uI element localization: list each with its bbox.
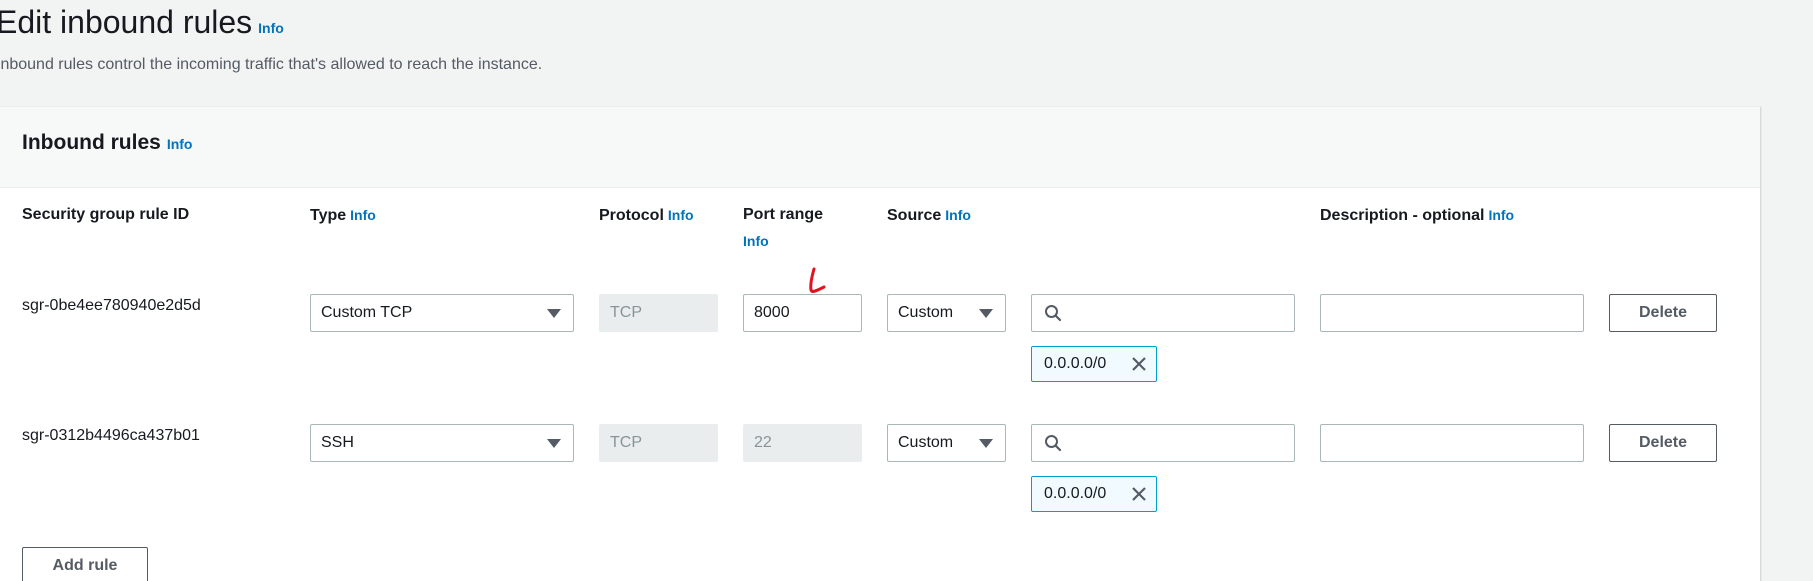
search-icon [1045, 305, 1062, 322]
port-range-info-link[interactable]: Info [743, 233, 769, 249]
add-rule-button[interactable]: Add rule [22, 547, 148, 581]
type-select-value: SSH [321, 434, 354, 451]
column-header-source: Source Info [887, 205, 971, 226]
page-title-info-link[interactable]: Info [258, 20, 284, 36]
column-header-type-label: Type [310, 207, 347, 224]
panel-title-text: Inbound rules [22, 131, 161, 154]
delete-button[interactable]: Delete [1609, 424, 1717, 462]
type-select[interactable]: SSH [310, 424, 574, 462]
description-info-link[interactable]: Info [1488, 207, 1514, 223]
delete-button[interactable]: Delete [1609, 294, 1717, 332]
page-title: Edit inbound rules Info [0, 2, 284, 48]
page-description: Inbound rules control the incoming traff… [0, 56, 543, 73]
column-header-rule-id-label: Security group rule ID [22, 206, 190, 223]
cidr-token-label: 0.0.0.0/0 [1044, 355, 1107, 372]
column-header-rule-id: Security group rule ID [22, 205, 189, 225]
caret-down-icon [979, 309, 993, 318]
protocol-info-link[interactable]: Info [668, 207, 694, 223]
type-select[interactable]: Custom TCP [310, 294, 574, 332]
column-header-description-label: Description - optional [1320, 207, 1485, 224]
close-icon[interactable] [1130, 485, 1148, 503]
cidr-token-label: 0.0.0.0/0 [1044, 485, 1107, 502]
inbound-rules-panel: Inbound rules Info Security group rule ID… [0, 106, 1761, 581]
annotation-mark [809, 267, 826, 293]
source-type-select[interactable]: Custom [887, 424, 1006, 462]
source-type-select[interactable]: Custom [887, 294, 1006, 332]
source-type-select-value: Custom [898, 304, 954, 321]
panel-title: Inbound rules Info [22, 131, 192, 155]
close-icon[interactable] [1130, 355, 1148, 373]
column-header-protocol: Protocol Info [599, 205, 694, 226]
source-info-link[interactable]: Info [945, 207, 971, 223]
rule-id: sgr-0be4ee780940e2d5d [22, 297, 201, 314]
column-header-port-range-label: Port range [743, 206, 824, 223]
source-search-input[interactable] [1031, 294, 1295, 332]
description-input[interactable] [1320, 424, 1584, 462]
caret-down-icon [547, 309, 561, 318]
type-info-link[interactable]: Info [350, 207, 376, 223]
source-search-input[interactable] [1031, 424, 1295, 462]
cidr-token: 0.0.0.0/0 [1031, 476, 1157, 512]
panel-title-info-link[interactable]: Info [167, 136, 193, 152]
page: Edit inbound rules Info Inbound rules con… [0, 0, 1813, 581]
page-title-text: Edit inbound rules [0, 4, 253, 40]
protocol-field: TCP [599, 294, 718, 332]
caret-down-icon [979, 439, 993, 448]
column-header-description: Description - optional Info [1320, 205, 1514, 226]
panel-header: Inbound rules Info [0, 107, 1760, 188]
description-input[interactable] [1320, 294, 1584, 332]
column-header-source-label: Source [887, 207, 942, 224]
column-header-protocol-label: Protocol [599, 207, 664, 224]
column-header-port-range: Port range [743, 205, 823, 225]
source-type-select-value: Custom [898, 434, 954, 451]
search-icon [1045, 435, 1062, 452]
cidr-token: 0.0.0.0/0 [1031, 346, 1157, 382]
column-header-type: Type Info [310, 205, 376, 226]
port-range-field: 22 [743, 424, 862, 462]
caret-down-icon [547, 439, 561, 448]
type-select-value: Custom TCP [321, 304, 413, 321]
rule-id: sgr-0312b4496ca437b01 [22, 427, 200, 444]
protocol-field: TCP [599, 424, 718, 462]
port-range-input[interactable]: 8000 [743, 294, 862, 332]
